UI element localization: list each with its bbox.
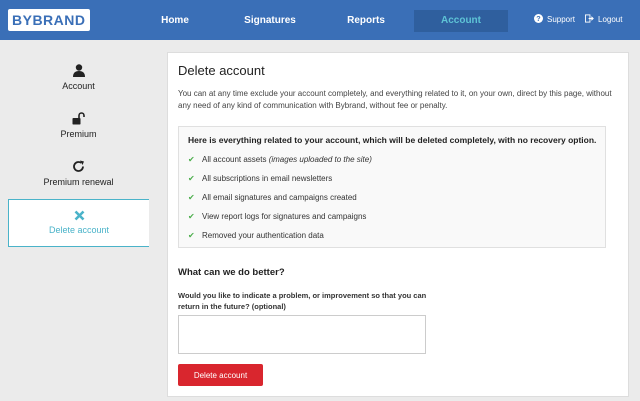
list-item: ✔ All account assets (images uploaded to … [188,154,372,166]
sidebar-item-account[interactable]: Account [8,64,149,100]
check-icon: ✔ [188,212,195,221]
feedback-heading: What can we do better? [178,267,285,278]
list-item-text: All subscriptions in email newsletters [202,174,333,183]
list-item-text: Removed your authentication data [202,231,324,240]
sidebar-item-delete-account[interactable]: Delete account [8,199,149,247]
deletion-info-box: Here is everything related to your accou… [178,126,606,248]
sidebar-item-premium[interactable]: Premium [8,112,149,148]
sidebar-item-label: Delete account [48,225,110,235]
check-icon: ✔ [188,155,195,164]
box-heading: Here is everything related to your accou… [188,135,597,145]
logout-link[interactable]: Logout [585,10,622,30]
list-item-text: View report logs for signatures and camp… [202,212,367,221]
check-icon: ✔ [188,193,195,202]
list-item: ✔ All subscriptions in email newsletters [188,173,332,185]
svg-text:?: ? [536,14,540,23]
delete-account-button[interactable]: Delete account [178,364,263,386]
nav-signatures[interactable]: Signatures [237,10,303,32]
user-icon [72,64,85,77]
intro-text: You can at any time exclude your account… [178,89,612,110]
page-title: Delete account [178,63,265,78]
support-label: Support [547,15,576,24]
unlock-icon [72,112,85,125]
logout-label: Logout [598,15,623,24]
close-icon [74,210,84,221]
check-icon: ✔ [188,231,195,240]
list-item: ✔ All email signatures and campaigns crea… [188,192,357,204]
question-icon: ? [534,14,543,23]
support-link[interactable]: ? Support [534,10,575,30]
list-item: ✔ Removed your authentication data [188,230,324,242]
feedback-question: Would you like to indicate a problem, or… [178,291,427,311]
list-item-note: (images uploaded to the site) [268,155,372,164]
delete-account-panel: Delete account You can at any time exclu… [167,52,629,397]
brand-logo[interactable]: BYBRAND [8,9,90,31]
nav-home[interactable]: Home [150,10,200,32]
check-icon: ✔ [188,174,195,183]
nav-account[interactable]: Account [414,10,508,32]
list-item-text: All email signatures and campaigns creat… [202,193,357,202]
list-item-text: All account assets [202,155,269,164]
feedback-textarea[interactable] [178,315,426,354]
logout-icon [585,14,594,23]
top-navbar: BYBRAND Home Signatures Reports Account … [0,0,640,40]
list-item: ✔ View report logs for signatures and cam… [188,211,366,223]
nav-reports[interactable]: Reports [340,10,392,32]
sidebar-item-label: Premium [60,129,97,139]
sidebar-item-premium-renewal[interactable]: Premium renewal [8,160,149,194]
refresh-icon [73,160,84,172]
sidebar-item-label: Premium renewal [43,177,114,187]
sidebar-item-label: Account [62,81,95,91]
